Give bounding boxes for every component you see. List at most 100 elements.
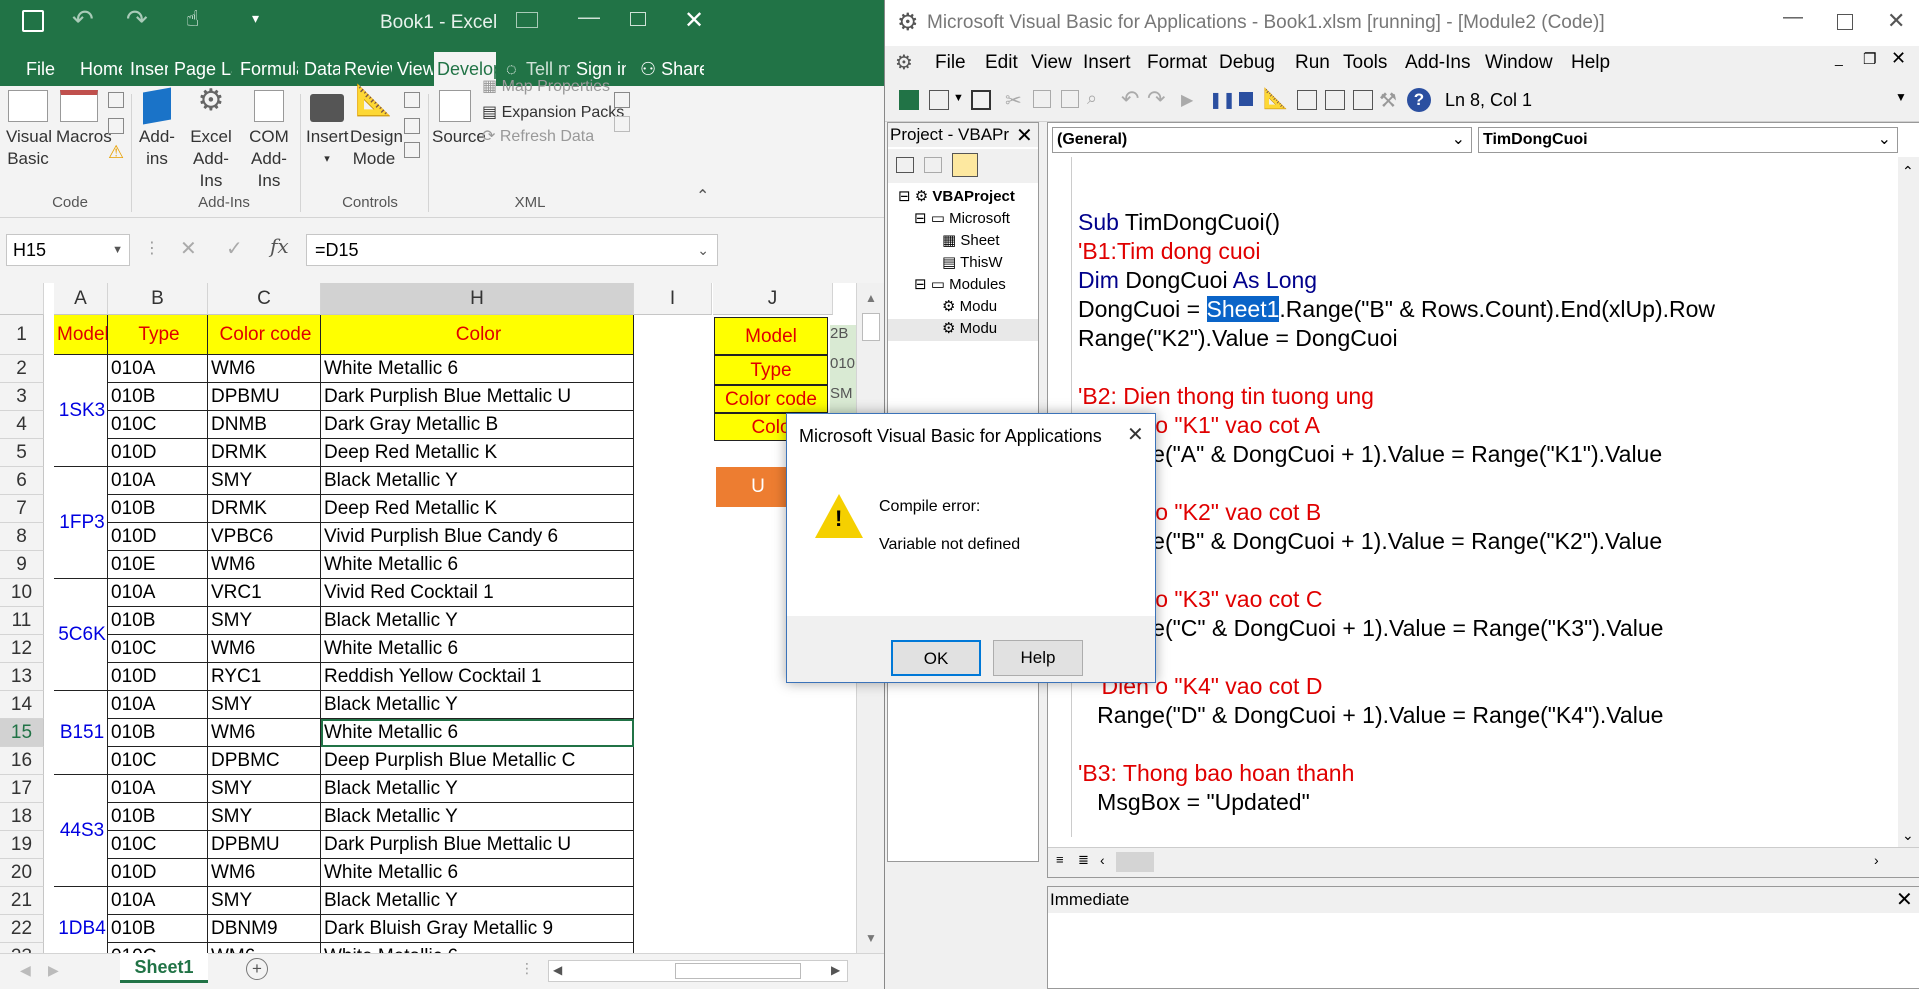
expansion-packs-button[interactable]: ▤ Expansion Packs: [482, 102, 624, 122]
table-cell[interactable]: SMY: [208, 467, 321, 495]
column-header[interactable]: B: [108, 283, 208, 315]
row-header[interactable]: 1: [0, 315, 44, 355]
scroll-down-icon[interactable]: ▼: [865, 931, 877, 945]
table-cell[interactable]: White Metallic 6: [321, 719, 634, 747]
cut-icon[interactable]: ✂: [1005, 88, 1022, 113]
table-cell[interactable]: DPBMU: [208, 383, 321, 411]
save-icon[interactable]: [22, 10, 44, 32]
more-options-icon[interactable]: ⋮: [144, 238, 160, 258]
table-cell[interactable]: WM6: [208, 943, 321, 953]
prev-sheet-icon[interactable]: ◀: [20, 962, 31, 979]
project-explorer-icon[interactable]: [1297, 90, 1317, 110]
table-cell[interactable]: Dark Purplish Blue Mettalic U: [321, 383, 634, 411]
tree-node-microsoft[interactable]: ⊟ ▭ Microsoft: [888, 209, 1038, 231]
close-icon[interactable]: ✕: [1896, 887, 1913, 912]
tab-file[interactable]: File: [26, 52, 72, 86]
h-scroll-thumb[interactable]: [675, 963, 801, 979]
column-header[interactable]: I: [634, 283, 712, 315]
model-cell[interactable]: 1SK3: [54, 355, 108, 467]
menu-debug[interactable]: Debug: [1219, 52, 1275, 74]
table-cell[interactable]: Black Metallic Y: [321, 775, 634, 803]
copy-icon[interactable]: [1033, 90, 1051, 108]
sheet-tab-sheet1[interactable]: Sheet1: [120, 953, 208, 983]
toggle-folders-icon[interactable]: [952, 153, 978, 177]
model-cell[interactable]: 1DB4: [54, 887, 108, 953]
procedure-view-icon[interactable]: ≡: [1056, 852, 1064, 867]
table-cell[interactable]: Deep Purplish Blue Metallic C: [321, 747, 634, 775]
column-header[interactable]: H: [321, 283, 634, 315]
menu-view[interactable]: View: [1031, 52, 1072, 74]
toolbox-icon[interactable]: ⚒: [1379, 88, 1397, 113]
table-cell[interactable]: DNMB: [208, 411, 321, 439]
table-cell[interactable]: 010C: [108, 635, 208, 663]
table-cell[interactable]: Dark Purplish Blue Mettalic U: [321, 831, 634, 859]
view-excel-icon[interactable]: [899, 90, 919, 110]
help-icon[interactable]: ?: [1407, 88, 1431, 112]
source-button[interactable]: Source: [432, 90, 486, 148]
minimize-icon[interactable]: —: [1783, 6, 1803, 29]
tree-node-thisworkbook[interactable]: ▤ ThisW: [888, 253, 1038, 275]
table-cell[interactable]: 010B: [108, 915, 208, 943]
insert-module-icon[interactable]: [929, 90, 949, 110]
table-cell[interactable]: 010A: [108, 887, 208, 915]
toolbar-options-icon[interactable]: ▼: [1895, 90, 1907, 104]
row-header[interactable]: 10: [0, 579, 44, 607]
table-cell[interactable]: Reddish Yellow Cocktail 1: [321, 663, 634, 691]
undo-icon[interactable]: ↶: [1121, 86, 1139, 112]
tab-review[interactable]: Review: [344, 52, 392, 86]
tab-formulas[interactable]: Formulas: [240, 52, 298, 86]
row-header[interactable]: 14: [0, 691, 44, 719]
scroll-left-icon[interactable]: ‹: [1100, 852, 1105, 868]
expand-formula-icon[interactable]: ⌄: [697, 235, 709, 265]
paste-icon[interactable]: [1061, 90, 1079, 108]
design-mode-icon[interactable]: 📐: [1263, 86, 1288, 111]
table-cell[interactable]: White Metallic 6: [321, 551, 634, 579]
menu-format[interactable]: Format: [1147, 52, 1207, 74]
row-header[interactable]: 6: [0, 467, 44, 495]
table-cell[interactable]: 010B: [108, 719, 208, 747]
menu-file[interactable]: File: [935, 52, 966, 74]
table-cell[interactable]: RYC1: [208, 663, 321, 691]
add-sheet-icon[interactable]: +: [246, 958, 268, 980]
table-cell[interactable]: Black Metallic Y: [321, 803, 634, 831]
model-cell[interactable]: 44S3: [54, 775, 108, 887]
menu-run[interactable]: Run: [1295, 52, 1330, 74]
table-cell[interactable]: 010C: [108, 943, 208, 953]
close-icon[interactable]: ✕: [684, 6, 704, 35]
table-cell[interactable]: 010A: [108, 467, 208, 495]
tab-page-layout[interactable]: Page Layout: [174, 52, 232, 86]
table-cell[interactable]: 010B: [108, 495, 208, 523]
table-cell[interactable]: 010A: [108, 355, 208, 383]
row-header[interactable]: 22: [0, 915, 44, 943]
excel-add-ins-button[interactable]: ⚙ Excel Add-Ins: [182, 86, 240, 192]
row-header[interactable]: 16: [0, 747, 44, 775]
object-browser-icon[interactable]: [1353, 90, 1373, 110]
table-cell[interactable]: Black Metallic Y: [321, 467, 634, 495]
immediate-window[interactable]: Immediate ✕: [1047, 886, 1919, 989]
table-cell[interactable]: WM6: [208, 355, 321, 383]
table-cell[interactable]: WM6: [208, 635, 321, 663]
table-cell[interactable]: WM6: [208, 551, 321, 579]
worksheet-grid[interactable]: A B C H I J 1 2 3 4 5 6 7 8 9 10 11 12 13 14 15 16 17 18 19 20 21 2…: [0, 283, 884, 953]
visual-basic-button[interactable]: Visual Basic: [6, 90, 52, 170]
row-header[interactable]: 7: [0, 495, 44, 523]
table-cell[interactable]: Black Metallic Y: [321, 607, 634, 635]
model-cell[interactable]: 1FP3: [54, 467, 108, 579]
redo-icon[interactable]: ↷: [126, 4, 148, 35]
h-scroll-thumb[interactable]: [1116, 852, 1154, 872]
qat-dropdown-icon[interactable]: ▾: [252, 10, 259, 27]
properties-icon[interactable]: [404, 92, 420, 108]
maximize-icon[interactable]: [630, 12, 646, 26]
tab-view[interactable]: View: [397, 52, 433, 86]
close-icon[interactable]: ✕: [1127, 422, 1144, 447]
ok-button[interactable]: OK: [891, 640, 981, 676]
table-cell[interactable]: DRMK: [208, 495, 321, 523]
insert-control-button[interactable]: Insert ▾: [306, 90, 349, 170]
minimize-icon[interactable]: —: [578, 4, 600, 30]
row-header[interactable]: 4: [0, 411, 44, 439]
table-cell[interactable]: DPBMU: [208, 831, 321, 859]
table-cell[interactable]: 010D: [108, 663, 208, 691]
collapse-icon[interactable]: ⊟: [898, 188, 911, 205]
next-sheet-icon[interactable]: ▶: [48, 962, 59, 979]
maximize-icon[interactable]: [1837, 14, 1853, 30]
